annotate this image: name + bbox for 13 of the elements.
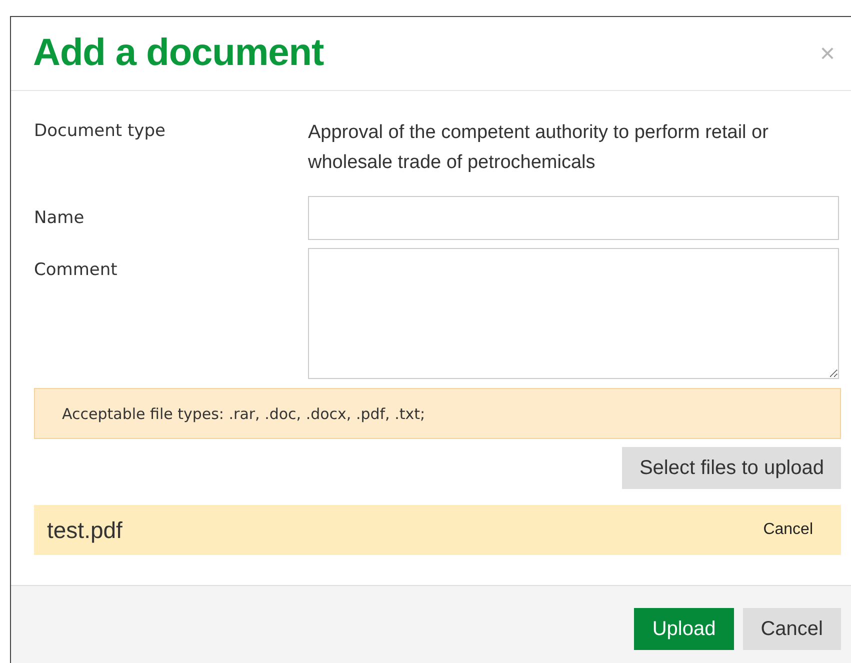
dialog-title: Add a document: [33, 32, 324, 75]
name-field[interactable]: [308, 196, 839, 240]
field-label: Comment: [34, 259, 118, 282]
field-label: Name: [34, 207, 86, 230]
file-name: test.pdf: [47, 516, 122, 544]
select-files-button[interactable]: Select files to upload: [622, 447, 841, 489]
file-types-notice: Acceptable file types: .rar, .doc, .docx, .pdf, .txt;: [34, 388, 841, 439]
cancel-file-button[interactable]: Cancel: [763, 521, 813, 539]
comment-field[interactable]: [308, 248, 839, 379]
cancel-button[interactable]: Cancel: [742, 608, 841, 650]
field-label: Document type: [34, 121, 166, 143]
upload-button[interactable]: Upload: [634, 608, 734, 650]
document-type-value: Approval of the competent authority to perform retail or wholesale trade of petrochemicals: [308, 121, 770, 175]
